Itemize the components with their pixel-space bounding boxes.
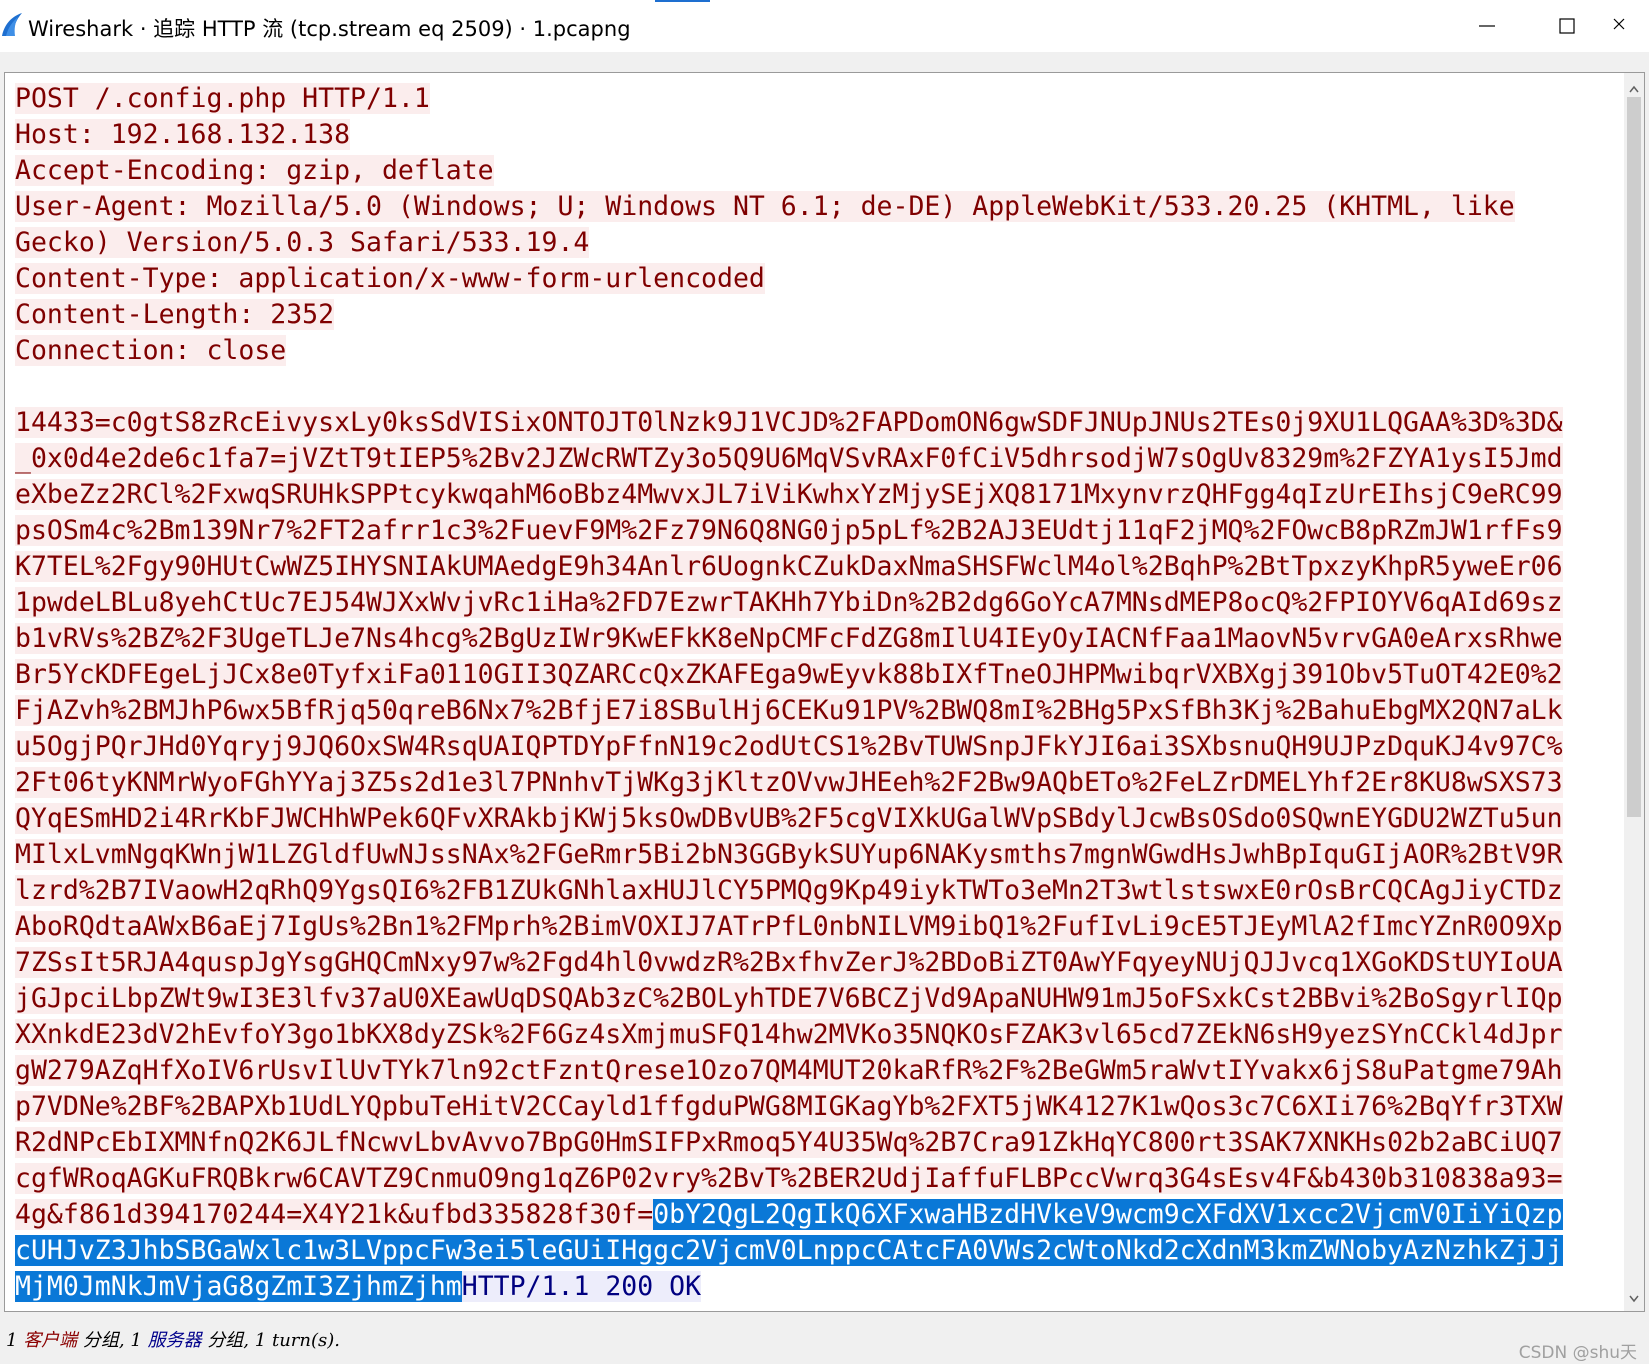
stream-text[interactable]: POST /.config.php HTTP/1.1 Host: 192.168… bbox=[15, 81, 1615, 1305]
body-line: 7ZSsIt5RJA4quspJgYsgGHQCmNxy97w%2Fgd4hl0… bbox=[15, 947, 1563, 978]
body-line: 4g&f861d394170244=X4Y21k&ufbd335828f30f=… bbox=[15, 1199, 1563, 1230]
title-bar[interactable]: Wireshark · 追踪 HTTP 流 (tcp.stream eq 250… bbox=[0, 0, 1649, 52]
maximize-button[interactable] bbox=[1532, 0, 1602, 52]
body-line: 2Ft06tyKNMrWyoFGhYYaj3Z5s2d1e3l7PNnhvTjW… bbox=[15, 767, 1563, 798]
watermark: CSDN @shu天 bbox=[1518, 1343, 1637, 1363]
wireshark-fin-icon bbox=[2, 13, 22, 36]
selected-text[interactable]: cUHJvZ3JhbSBGaWxlc1w3LVppcFw3ei5leGUiIHg… bbox=[15, 1235, 1563, 1266]
status-bar: 1 客户端 分组, 1 服务器 分组, 1 turn(s). CSDN @shu… bbox=[0, 1320, 1649, 1364]
body-line: u5OgjPQrJHd0Yqryj9JQ6OxSW4RsqUAIQPTDYpFf… bbox=[15, 731, 1563, 762]
header-line: POST /.config.php HTTP/1.1 bbox=[15, 83, 430, 114]
close-button[interactable] bbox=[1612, 0, 1649, 52]
scrollbar-thumb[interactable] bbox=[1627, 97, 1641, 817]
server-response-line: HTTP/1.1 200 OK bbox=[461, 1271, 702, 1302]
header-line: Gecko) Version/5.0.3 Safari/533.19.4 bbox=[15, 227, 590, 258]
close-icon bbox=[1613, 18, 1625, 30]
body-line: R2dNPcEbIXMNfnQ2K6JLfNcwvLbvAvvo7BpG0HmS… bbox=[15, 1127, 1563, 1158]
body-line: lzrd%2B7IVaowH2qRhQ9YgsQI6%2FB1ZUkGNhlax… bbox=[15, 875, 1563, 906]
scroll-down-icon[interactable] bbox=[1629, 1295, 1639, 1303]
body-line: MIlxLvmNgqKWnjW1LZGldfUwNJssNAx%2FGeRmr5… bbox=[15, 839, 1563, 870]
minimize-button[interactable] bbox=[1452, 0, 1522, 52]
server-label: 服务器 bbox=[147, 1330, 202, 1351]
body-line: eXbeZz2RCl%2FxwqSRUHkSPPtcykwqahM6oBbz4M… bbox=[15, 479, 1563, 510]
vertical-scrollbar[interactable] bbox=[1624, 73, 1644, 1311]
body-line: 14433=c0gtS8zRcEivysxLy0ksSdVISixONTOJT0… bbox=[15, 407, 1563, 438]
body-line: cgfWRoqAGKuFRQBkrw6CAVTZ9CnmuO9ng1qZ6P02… bbox=[15, 1163, 1563, 1194]
window-title: Wireshark · 追踪 HTTP 流 (tcp.stream eq 250… bbox=[28, 17, 631, 41]
scroll-up-icon[interactable] bbox=[1629, 85, 1639, 93]
header-line: Content-Length: 2352 bbox=[15, 299, 335, 330]
body-line: 1pwdeLBLu8yehCtUc7EJ54WJXxWvjvRc1iHa%2FD… bbox=[15, 587, 1563, 618]
selected-text[interactable]: MjM0JmNkJmVjaG8gZmI3ZjhmZjhm bbox=[15, 1271, 462, 1302]
stream-content-pane[interactable]: POST /.config.php HTTP/1.1 Host: 192.168… bbox=[4, 72, 1645, 1312]
body-line: XXnkdE23dV2hEvfoY3go1bKX8dyZSk%2F6Gz4sXm… bbox=[15, 1019, 1563, 1050]
body-line: AboRQdtaAWxB6aEj7IgUs%2Bn1%2FMprh%2BimVO… bbox=[15, 911, 1563, 942]
header-line: Host: 192.168.132.138 bbox=[15, 119, 351, 150]
header-line: Accept-Encoding: gzip, deflate bbox=[15, 155, 494, 186]
body-line: _0x0d4e2de6c1fa7=jVZtT9tIEP5%2Bv2JZWcRWT… bbox=[15, 443, 1563, 474]
body-line: psOSm4c%2Bm139Nr7%2FT2afrr1c3%2FuevF9M%2… bbox=[15, 515, 1563, 546]
maximize-icon bbox=[1559, 18, 1575, 34]
title-accent-line bbox=[655, 0, 710, 2]
body-line: FjAZvh%2BMJhP6wx5BfRjq50qreB6Nx7%2BfjE7i… bbox=[15, 695, 1563, 726]
body-line: QYqESmHD2i4RrKbFJWCHhWPek6QFvXRAkbjKWj5k… bbox=[15, 803, 1563, 834]
body-line: b1vRVs%2BZ%2F3UgeTLJe7Ns4hcg%2BgUzIWr9Kw… bbox=[15, 623, 1563, 654]
header-line: User-Agent: Mozilla/5.0 (Windows; U; Win… bbox=[15, 191, 1515, 222]
body-line: MjM0JmNkJmVjaG8gZmI3ZjhmZjhmHTTP/1.1 200… bbox=[15, 1269, 1615, 1305]
client-label: 客户端 bbox=[23, 1330, 78, 1351]
body-line: K7TEL%2Fgy90HUtCwWZ5IHYSNIAkUMAedgE9h34A… bbox=[15, 551, 1563, 582]
body-line: gW279AZqHfXoIV6rUsvIlUvTYk7ln92ctFzntQre… bbox=[15, 1055, 1563, 1086]
stream-summary: 1 客户端 分组, 1 服务器 分组, 1 turn(s). bbox=[6, 1330, 340, 1351]
selected-text[interactable]: 0bY2QgL2QgIkQ6XFxwaHBzdHVkeV9wcm9cXFdXV1… bbox=[653, 1199, 1563, 1230]
follow-http-stream-window: Wireshark · 追踪 HTTP 流 (tcp.stream eq 250… bbox=[0, 0, 1649, 1364]
minimize-icon bbox=[1479, 25, 1495, 27]
body-line: jGJpciLbpZWt9wI3E3lfv37aU0XEawUqDSQAb3zC… bbox=[15, 983, 1563, 1014]
body-line: Br5YcKDFEgeLjJCx8e0TyfxiFa0110GII3QZARCc… bbox=[15, 659, 1563, 690]
header-line: Content-Type: application/x-www-form-url… bbox=[15, 263, 765, 294]
header-line: Connection: close bbox=[15, 335, 287, 366]
body-line: p7VDNe%2BF%2BAPXb1UdLYQpbuTeHitV2CCayld1… bbox=[15, 1091, 1563, 1122]
body-line: cUHJvZ3JhbSBGaWxlc1w3LVppcFw3ei5leGUiIHg… bbox=[15, 1233, 1615, 1269]
